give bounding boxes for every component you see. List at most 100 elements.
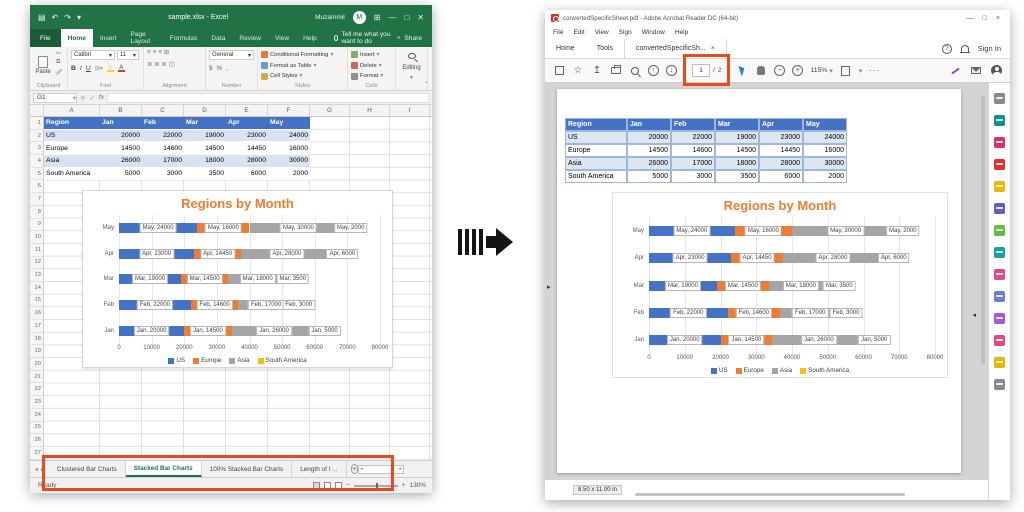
close-button[interactable]: × bbox=[996, 15, 1000, 22]
search-icon[interactable] bbox=[631, 67, 639, 75]
row-header-21[interactable]: 21 bbox=[30, 371, 43, 384]
maximize-button[interactable]: □ bbox=[983, 15, 987, 22]
stamp-icon[interactable] bbox=[994, 313, 1005, 324]
search-tools-icon[interactable] bbox=[994, 93, 1005, 104]
menu-help[interactable]: Help bbox=[675, 29, 688, 36]
row-header-25[interactable]: 25 bbox=[30, 422, 43, 435]
column-header-I[interactable]: I bbox=[390, 105, 430, 116]
percent-format-button[interactable]: % bbox=[217, 65, 223, 72]
row-header-9[interactable]: 9 bbox=[30, 219, 43, 232]
ribbon-tab-file[interactable]: File bbox=[30, 29, 61, 47]
table-cell[interactable]: 14500 bbox=[100, 142, 142, 155]
save-icon[interactable] bbox=[555, 66, 564, 75]
undo-icon[interactable]: ↶ bbox=[52, 13, 59, 22]
table-cell[interactable]: 2000 bbox=[268, 168, 310, 181]
underline-button[interactable]: U bbox=[86, 65, 91, 72]
row-header-20[interactable]: 20 bbox=[30, 358, 43, 371]
star-favorites-icon[interactable]: ☆ bbox=[572, 65, 584, 77]
menu-file[interactable]: File bbox=[553, 29, 563, 36]
fit-page-icon[interactable] bbox=[841, 66, 850, 76]
row-header-13[interactable]: 13 bbox=[30, 269, 43, 282]
row-header-11[interactable]: 11 bbox=[30, 244, 43, 257]
column-header-H[interactable]: H bbox=[350, 105, 390, 116]
font-color-button[interactable]: A bbox=[118, 65, 125, 72]
find-select-icon[interactable] bbox=[408, 53, 416, 59]
font-name-select[interactable]: Calibri▾ bbox=[71, 50, 115, 60]
table-cell[interactable]: 30000 bbox=[268, 155, 310, 168]
borders-button[interactable]: ⊞▾ bbox=[95, 65, 103, 72]
combine-files-icon[interactable] bbox=[994, 203, 1005, 214]
ribbon-tab-help[interactable]: Help bbox=[296, 29, 324, 47]
close-button[interactable]: ✕ bbox=[417, 13, 424, 22]
ribbon-tab-insert[interactable]: Insert bbox=[93, 29, 124, 47]
menu-sign[interactable]: Sign bbox=[619, 29, 632, 36]
ribbon-display-options-icon[interactable]: ⊞ bbox=[374, 13, 381, 22]
name-box[interactable]: G1▾ bbox=[33, 93, 77, 103]
print-icon[interactable] bbox=[611, 67, 621, 74]
select-all-corner[interactable] bbox=[30, 105, 44, 116]
zoom-in-button[interactable]: + bbox=[402, 482, 406, 489]
column-header-A[interactable]: A bbox=[44, 105, 100, 116]
table-cell[interactable]: 14500 bbox=[184, 142, 226, 155]
formula-input[interactable] bbox=[107, 93, 429, 103]
table-cell[interactable]: Asia bbox=[44, 155, 100, 168]
table-cell[interactable]: 20000 bbox=[100, 130, 142, 143]
row-header-2[interactable]: 2 bbox=[30, 130, 43, 143]
table-cell[interactable]: 19000 bbox=[184, 130, 226, 143]
notifications-bell-icon[interactable] bbox=[961, 45, 969, 52]
row-header-19[interactable]: 19 bbox=[30, 345, 43, 358]
column-header-F[interactable]: F bbox=[268, 105, 310, 116]
format-as-table-button[interactable]: Format as Table▾ bbox=[261, 61, 344, 71]
menu-view[interactable]: View bbox=[595, 29, 609, 36]
export-pdf-icon[interactable] bbox=[994, 115, 1005, 126]
measure-icon[interactable] bbox=[994, 335, 1005, 346]
format-cells-button[interactable]: Format▾ bbox=[351, 71, 392, 81]
row-header-12[interactable]: 12 bbox=[30, 257, 43, 270]
worksheet-grid[interactable]: 1234567891011121314151617181920212223242… bbox=[30, 117, 432, 460]
copy-icon[interactable]: ⧉ bbox=[56, 59, 62, 66]
table-cell[interactable]: US bbox=[44, 130, 100, 143]
ribbon-tab-formulas[interactable]: Formulas bbox=[163, 29, 204, 47]
cut-icon[interactable] bbox=[994, 379, 1005, 390]
share-upload-icon[interactable]: ↥ bbox=[591, 65, 603, 77]
select-cursor-icon[interactable] bbox=[738, 64, 746, 76]
italic-button[interactable]: I bbox=[80, 65, 82, 72]
table-cell[interactable]: Europe bbox=[44, 142, 100, 155]
table-cell[interactable]: 24000 bbox=[268, 130, 310, 143]
table-cell[interactable]: 6000 bbox=[226, 168, 268, 181]
number-format-select[interactable]: General▾ bbox=[209, 50, 254, 60]
ribbon-tab-data[interactable]: Data bbox=[204, 29, 232, 47]
table-cell[interactable]: 16000 bbox=[268, 142, 310, 155]
compress-pdf-icon[interactable] bbox=[994, 247, 1005, 258]
zoom-in-icon[interactable]: + bbox=[792, 65, 803, 76]
collapse-ribbon-icon[interactable]: ⌃ bbox=[424, 81, 429, 88]
row-header-18[interactable]: 18 bbox=[30, 333, 43, 346]
row-header-16[interactable]: 16 bbox=[30, 307, 43, 320]
table-header-cell[interactable]: Region bbox=[44, 117, 100, 130]
column-header-B[interactable]: B bbox=[100, 105, 142, 116]
organize-pages-icon[interactable] bbox=[994, 225, 1005, 236]
menu-window[interactable]: Window bbox=[642, 29, 665, 36]
table-cell[interactable]: 5000 bbox=[100, 168, 142, 181]
excel-chart[interactable]: Regions by MonthMayMay, 24000May, 16000M… bbox=[82, 190, 393, 368]
column-header-D[interactable]: D bbox=[184, 105, 226, 116]
sign-pen-icon[interactable] bbox=[951, 67, 960, 74]
fill-color-button[interactable]: ◌ bbox=[107, 65, 114, 72]
redo-icon[interactable]: ↷ bbox=[64, 13, 71, 22]
email-icon[interactable] bbox=[971, 67, 981, 74]
row-header-3[interactable]: 3 bbox=[30, 142, 43, 155]
tab-home[interactable]: Home bbox=[545, 39, 586, 58]
scroll-right-icon[interactable]: ▸ bbox=[399, 466, 402, 472]
tools-pane-toggle-icon[interactable]: ◂ bbox=[972, 311, 976, 319]
more-tools-icon[interactable]: ··· bbox=[869, 66, 880, 75]
row-header-26[interactable]: 26 bbox=[30, 434, 43, 447]
conditional-formatting-button[interactable]: Conditional Formatting▾ bbox=[261, 50, 344, 60]
align-bottom-icons[interactable]: ≣ ≣ ≣ ◫ bbox=[147, 62, 202, 68]
paste-button[interactable]: Paste bbox=[33, 50, 53, 81]
format-painter-icon[interactable]: 🖉 bbox=[56, 68, 62, 78]
fill-sign-icon[interactable] bbox=[994, 269, 1005, 280]
protect-icon[interactable] bbox=[994, 291, 1005, 302]
row-header-17[interactable]: 17 bbox=[30, 320, 43, 333]
account-icon[interactable] bbox=[991, 65, 1002, 76]
insert-cells-button[interactable]: Insert▾ bbox=[351, 50, 392, 60]
